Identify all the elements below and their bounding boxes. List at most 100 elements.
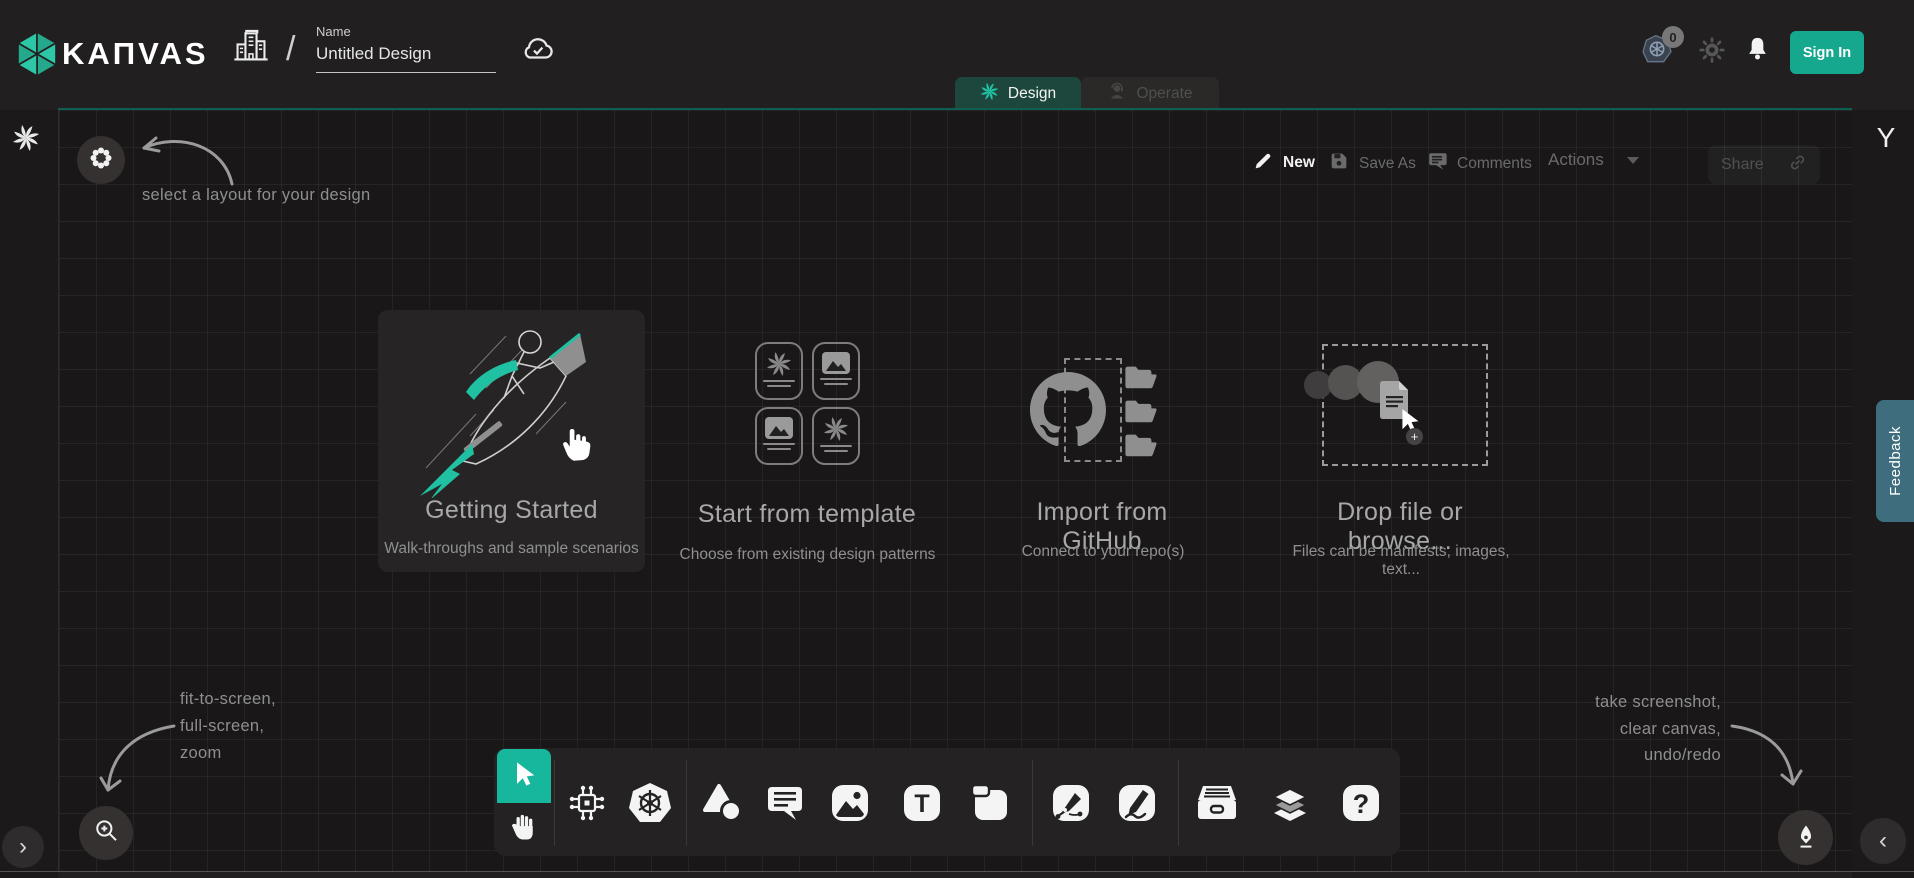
collapse-right-panel-button[interactable]: ‹ <box>1860 818 1906 864</box>
hand-icon <box>509 811 539 848</box>
drawer-tool-button[interactable] <box>1194 780 1240 826</box>
card-template-subtitle: Choose from existing design patterns <box>665 546 950 564</box>
layout-hint-text: select a layout for your design <box>142 186 371 205</box>
actions-label: Actions <box>1548 150 1604 170</box>
sign-in-button[interactable]: Sign In <box>1790 31 1864 74</box>
tab-operate-label: Operate <box>1136 85 1192 103</box>
template-tile-image <box>755 407 803 465</box>
mode-tabs: Design Operate <box>955 77 1219 110</box>
folder-icon <box>1124 398 1158 424</box>
pen-hint-arrow <box>1726 714 1810 796</box>
layers-tool-button[interactable] <box>1267 780 1313 826</box>
pan-tool-button[interactable] <box>497 803 551 855</box>
text-tool-glyph: T <box>914 790 929 818</box>
zoom-hint-arrow <box>96 716 182 802</box>
template-tile-image <box>812 342 860 400</box>
sketch-tool-button[interactable] <box>1114 780 1160 826</box>
feedback-label: Feedback <box>1887 426 1904 496</box>
app-header: KAΠVAS / Name <box>0 0 1914 110</box>
actions-dropdown[interactable]: Actions <box>1548 150 1639 170</box>
hint-zoom: zoom <box>180 744 222 763</box>
toolbar-divider <box>554 760 555 846</box>
comment-icon <box>1426 150 1448 177</box>
template-tile-pinwheel <box>812 407 860 465</box>
brand-name: KAΠVAS <box>62 36 209 72</box>
breadcrumb-slash: / <box>286 30 295 69</box>
note-tool-button[interactable] <box>968 780 1014 826</box>
tab-design[interactable]: Design <box>955 77 1081 110</box>
card-getting-started-title: Getting Started <box>380 496 643 525</box>
new-design-button[interactable]: New <box>1253 150 1315 176</box>
expand-left-panel-button[interactable]: › <box>2 826 44 868</box>
layout-selector-button[interactable] <box>77 136 125 184</box>
canvas-top-border <box>58 108 1852 110</box>
tab-design-label: Design <box>1008 85 1056 103</box>
card-github-subtitle: Connect to your repo(s) <box>1010 543 1196 561</box>
tab-operate[interactable]: Operate <box>1081 77 1219 110</box>
help-tool-button[interactable]: ? <box>1338 780 1384 826</box>
comments-label: Comments <box>1457 155 1532 173</box>
bell-icon[interactable] <box>1744 34 1771 68</box>
y-shortcut-icon[interactable]: Y <box>1866 122 1906 154</box>
caret-down-icon <box>1627 157 1639 164</box>
template-tile-pinwheel <box>755 342 803 400</box>
hint-clear-canvas: clear canvas, <box>1490 720 1721 739</box>
pen-tool-button[interactable] <box>1048 780 1094 826</box>
rocket-doodle <box>408 318 618 498</box>
save-as-button[interactable]: Save As <box>1328 150 1416 177</box>
hexagon-logo <box>14 30 60 83</box>
help-glyph: ? <box>1353 789 1370 819</box>
hint-fit-to-screen: fit-to-screen, <box>180 690 276 709</box>
zoom-fab-button[interactable] <box>79 806 133 860</box>
save-as-label: Save As <box>1359 155 1416 173</box>
pencil-icon <box>1253 150 1274 176</box>
component-tool-button[interactable] <box>564 780 610 826</box>
card-getting-started-subtitle: Walk-throughs and sample scenarios <box>372 540 651 558</box>
text-tool-button[interactable]: T <box>899 780 945 826</box>
comment-tool-button[interactable] <box>762 780 808 826</box>
comments-button[interactable]: Comments <box>1426 150 1532 177</box>
design-name-label: Name <box>316 24 351 39</box>
select-cursor-icon <box>510 760 538 793</box>
layout-hint-arrow <box>128 118 240 196</box>
building-icon <box>232 26 270 71</box>
image-tool-button[interactable] <box>827 780 873 826</box>
floppy-icon <box>1328 150 1350 177</box>
flower-layout-icon <box>89 146 113 175</box>
hand-pointer-cursor <box>556 420 596 469</box>
credits-badge: 0 <box>1662 26 1684 48</box>
chevron-left-icon: ‹ <box>1879 827 1887 855</box>
link-icon <box>1788 153 1807 177</box>
pen-fab-button[interactable] <box>1778 810 1833 865</box>
toolbar-divider <box>1178 760 1179 846</box>
card-start-from-template[interactable] <box>660 330 950 570</box>
folder-icon <box>1124 432 1158 458</box>
hint-undo-redo: undo/redo <box>1490 746 1721 765</box>
share-button[interactable]: Share <box>1708 145 1820 184</box>
design-name-input[interactable] <box>316 44 496 73</box>
pen-nib-icon <box>1791 819 1821 856</box>
cloud-saved-icon <box>520 32 556 67</box>
design-pinwheel-icon <box>980 82 999 106</box>
new-label: New <box>1283 154 1315 172</box>
kubernetes-tool-button[interactable] <box>627 780 673 826</box>
chevron-right-icon: › <box>19 833 27 861</box>
shapes-tool-button[interactable] <box>700 780 746 826</box>
toolbar-divider <box>1032 760 1033 846</box>
app-root: KAΠVAS / Name <box>0 0 1914 878</box>
gear-icon[interactable] <box>1698 36 1726 69</box>
card-template-title: Start from template <box>672 500 942 529</box>
magnifier-plus-icon <box>91 816 121 851</box>
folder-icon <box>1124 364 1158 390</box>
operator-headset-icon <box>1107 81 1127 106</box>
left-rail <box>0 110 58 878</box>
hint-full-screen: full-screen, <box>180 717 264 736</box>
meshery-pinwheel-icon <box>12 124 40 157</box>
toolbar-divider <box>686 760 687 846</box>
github-octocat-icon <box>1030 372 1106 453</box>
hint-take-screenshot: take screenshot, <box>1490 693 1721 712</box>
select-tool-button[interactable] <box>497 749 551 803</box>
feedback-tab[interactable]: Feedback <box>1876 400 1914 522</box>
card-drop-subtitle: Files can be manifests, images, text... <box>1272 543 1530 579</box>
share-label: Share <box>1721 156 1764 174</box>
